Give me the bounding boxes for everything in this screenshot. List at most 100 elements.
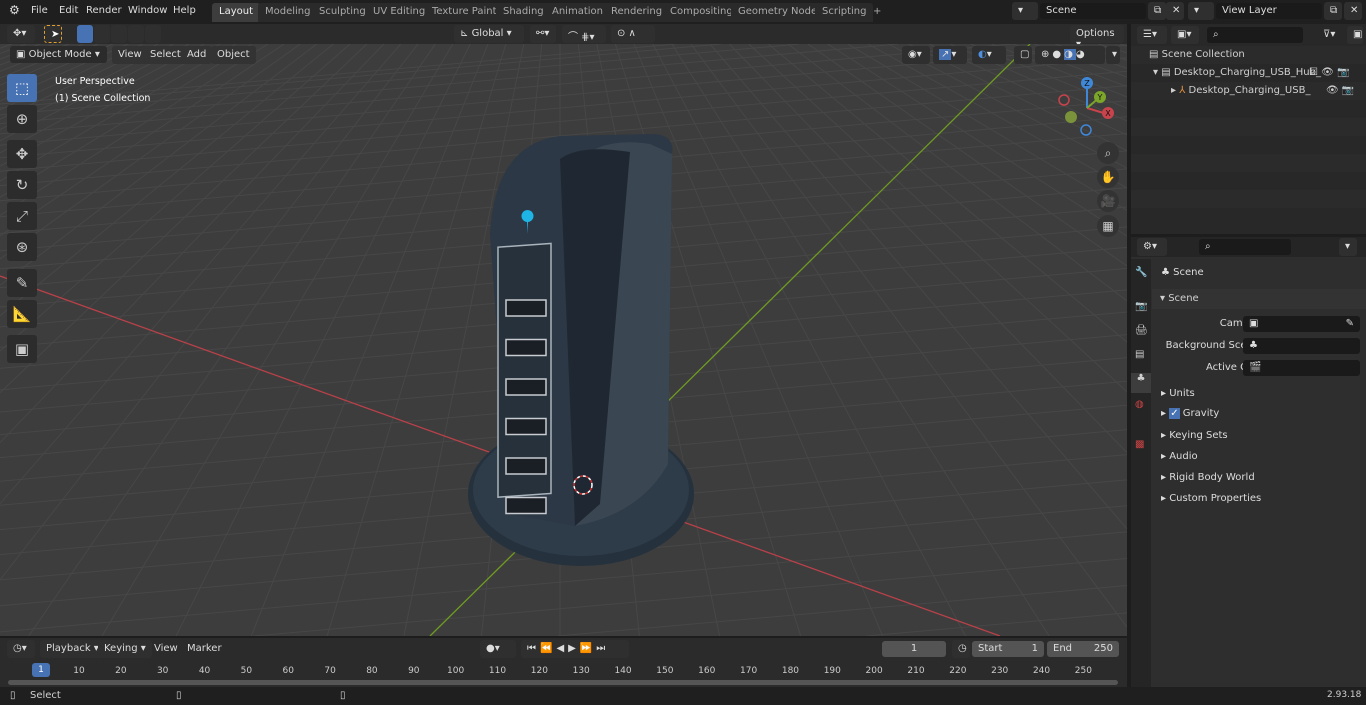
select-extend-icon[interactable]: [94, 25, 110, 43]
timeline-editor-type[interactable]: ◷▾: [7, 640, 35, 658]
view-layer-field[interactable]: View Layer: [1216, 3, 1322, 19]
properties-options-icon[interactable]: ▾: [1339, 238, 1357, 256]
tab-layout[interactable]: Layout: [212, 3, 260, 22]
panel-audio[interactable]: ▸ Audio: [1161, 451, 1198, 462]
menu-render[interactable]: Render: [86, 5, 122, 16]
xray-icon[interactable]: ▢: [1014, 46, 1032, 64]
gravity-checkbox[interactable]: ✓: [1169, 408, 1180, 419]
select-intersect-icon[interactable]: [145, 25, 161, 43]
tab-texture-paint[interactable]: Texture Paint: [425, 3, 504, 22]
current-frame-field[interactable]: 1: [882, 641, 946, 657]
output-tab-icon[interactable]: 🖨: [1135, 325, 1148, 336]
camera-view-icon[interactable]: 🎥: [1097, 190, 1119, 212]
panel-keying-sets[interactable]: ▸ Keying Sets: [1161, 430, 1228, 441]
menu-window[interactable]: Window: [128, 5, 167, 16]
snap-icon[interactable]: ⌒ ⋕▾: [562, 25, 606, 43]
visibility-icon[interactable]: ◉▾: [902, 46, 930, 64]
rotate-tool-icon[interactable]: ↻: [7, 171, 37, 199]
display-mode-icon[interactable]: ▣▾: [1171, 26, 1199, 44]
shading-modes[interactable]: ⊕●◑◕: [1035, 46, 1105, 64]
scene-browse-icon[interactable]: ▾: [1012, 2, 1038, 20]
world-tab-icon[interactable]: ◍: [1135, 399, 1144, 410]
view-layer-tab-icon[interactable]: ▤: [1135, 349, 1144, 360]
outliner-row-collection[interactable]: ▾ ▤ Desktop_Charging_USB_Hub_ ☑ 👁 📷: [1131, 64, 1366, 82]
outliner-row-scene-collection[interactable]: ▤ Scene Collection: [1131, 46, 1366, 64]
menu-help[interactable]: Help: [173, 5, 196, 16]
select-new-icon[interactable]: [77, 25, 93, 43]
menu-object[interactable]: Object: [211, 46, 256, 64]
cursor-tool-icon[interactable]: ⊕: [7, 105, 37, 133]
select-subtract-icon[interactable]: [111, 25, 127, 43]
playback-controls[interactable]: ⏮⏪◀▶⏩⏭: [521, 640, 629, 658]
zoom-view-icon[interactable]: ⌕: [1097, 142, 1119, 164]
panel-rigid-body-world[interactable]: ▸ Rigid Body World: [1161, 472, 1255, 483]
panel-custom-properties[interactable]: ▸ Custom Properties: [1161, 493, 1261, 504]
pivot-point-icon[interactable]: ⚯▾: [530, 25, 556, 43]
marker-menu[interactable]: Marker: [181, 640, 228, 658]
ortho-toggle-icon[interactable]: ▦: [1097, 215, 1119, 237]
preview-range-icon[interactable]: ◷: [952, 640, 970, 658]
select-invert-icon[interactable]: [128, 25, 144, 43]
scene-name-field[interactable]: Scene: [1040, 3, 1146, 19]
menu-add[interactable]: Add: [181, 46, 213, 64]
delete-scene-icon[interactable]: ✕: [1166, 2, 1184, 20]
panel-gravity[interactable]: ▸ ✓ Gravity: [1161, 408, 1219, 419]
outliner-row-object[interactable]: ▸ ⅄ Desktop_Charging_USB_ 👁 📷: [1131, 82, 1366, 100]
tab-scripting[interactable]: Scripting: [815, 3, 874, 22]
end-frame-field[interactable]: End 250: [1047, 641, 1119, 657]
view-layer-browse-icon[interactable]: ▾: [1188, 2, 1214, 20]
camera-field[interactable]: ▣ ✎: [1243, 316, 1360, 332]
annotate-tool-icon[interactable]: ✎: [7, 269, 37, 297]
overlays-icon[interactable]: ◐▾: [972, 46, 1006, 64]
menu-file[interactable]: File: [31, 5, 48, 16]
gizmos-icon[interactable]: ↗ ▾: [933, 46, 967, 64]
outliner-editor-type[interactable]: ☰▾: [1137, 26, 1167, 44]
add-workspace-button[interactable]: +: [866, 3, 888, 22]
tab-shading[interactable]: Shading: [496, 3, 551, 22]
menu-edit[interactable]: Edit: [59, 5, 78, 16]
editor-type-button[interactable]: ✥▾: [7, 25, 35, 43]
transform-tool-icon[interactable]: ⊛: [7, 233, 37, 261]
shading-options-icon[interactable]: ▾: [1106, 46, 1120, 64]
new-scene-icon[interactable]: ⧉: [1148, 2, 1166, 20]
playhead[interactable]: 1: [32, 663, 50, 677]
render-tab-icon[interactable]: 📷: [1135, 301, 1147, 312]
outliner-search-icon[interactable]: ⌕: [1207, 27, 1303, 43]
new-view-layer-icon[interactable]: ⧉: [1324, 2, 1342, 20]
new-collection-icon[interactable]: ▣: [1347, 26, 1363, 44]
active-clip-field[interactable]: 🎬: [1243, 360, 1360, 376]
tool-tab-icon[interactable]: 🔧: [1135, 267, 1147, 278]
keying-menu[interactable]: Keying ▾: [98, 640, 152, 658]
tab-sculpting[interactable]: Sculpting: [312, 3, 373, 22]
options-dropdown[interactable]: Options ▾: [1070, 25, 1124, 50]
tab-animation[interactable]: Animation: [545, 3, 610, 22]
pan-view-icon[interactable]: ✋: [1097, 166, 1119, 188]
measure-tool-icon[interactable]: 📐: [7, 300, 37, 328]
properties-search-icon[interactable]: ⌕: [1199, 239, 1291, 255]
background-scene-field[interactable]: ♣: [1243, 338, 1360, 354]
delete-view-layer-icon[interactable]: ✕: [1344, 2, 1362, 20]
blender-logo-icon[interactable]: ⚙: [9, 3, 20, 17]
tab-modeling[interactable]: Modeling: [258, 3, 318, 22]
active-tool-icon[interactable]: ➤: [44, 25, 62, 43]
select-box-tool-icon[interactable]: ⬚: [7, 74, 37, 102]
start-frame-field[interactable]: Start 1: [972, 641, 1044, 657]
3d-viewport[interactable]: Z X Y ▣ Object Mode ▾ View Select Add Ob…: [0, 44, 1127, 636]
scene-panel-header[interactable]: ▾ Scene: [1152, 289, 1366, 309]
filter-icon[interactable]: ⊽▾: [1317, 26, 1345, 44]
transform-orientation-dropdown[interactable]: ⊾ Global ▾: [454, 25, 524, 43]
auto-keying-icon[interactable]: ●▾: [480, 640, 516, 658]
view-menu[interactable]: View: [148, 640, 184, 658]
scale-tool-icon[interactable]: ⤢: [7, 202, 37, 230]
timeline-scrollbar[interactable]: [8, 680, 1118, 685]
properties-editor-type[interactable]: ⚙▾: [1137, 238, 1167, 256]
panel-units[interactable]: ▸ Units: [1161, 388, 1195, 399]
scene-tab-icon[interactable]: ♣: [1131, 373, 1151, 393]
tab-compositing[interactable]: Compositing: [663, 3, 740, 22]
proportional-editing-icon[interactable]: ⊙ ∧: [611, 25, 655, 43]
add-cube-tool-icon[interactable]: ▣: [7, 335, 37, 363]
move-tool-icon[interactable]: ✥: [7, 140, 37, 168]
texture-tab-icon[interactable]: ▩: [1135, 439, 1144, 450]
mode-dropdown[interactable]: ▣ Object Mode ▾: [10, 46, 107, 63]
menu-view[interactable]: View: [112, 46, 148, 64]
